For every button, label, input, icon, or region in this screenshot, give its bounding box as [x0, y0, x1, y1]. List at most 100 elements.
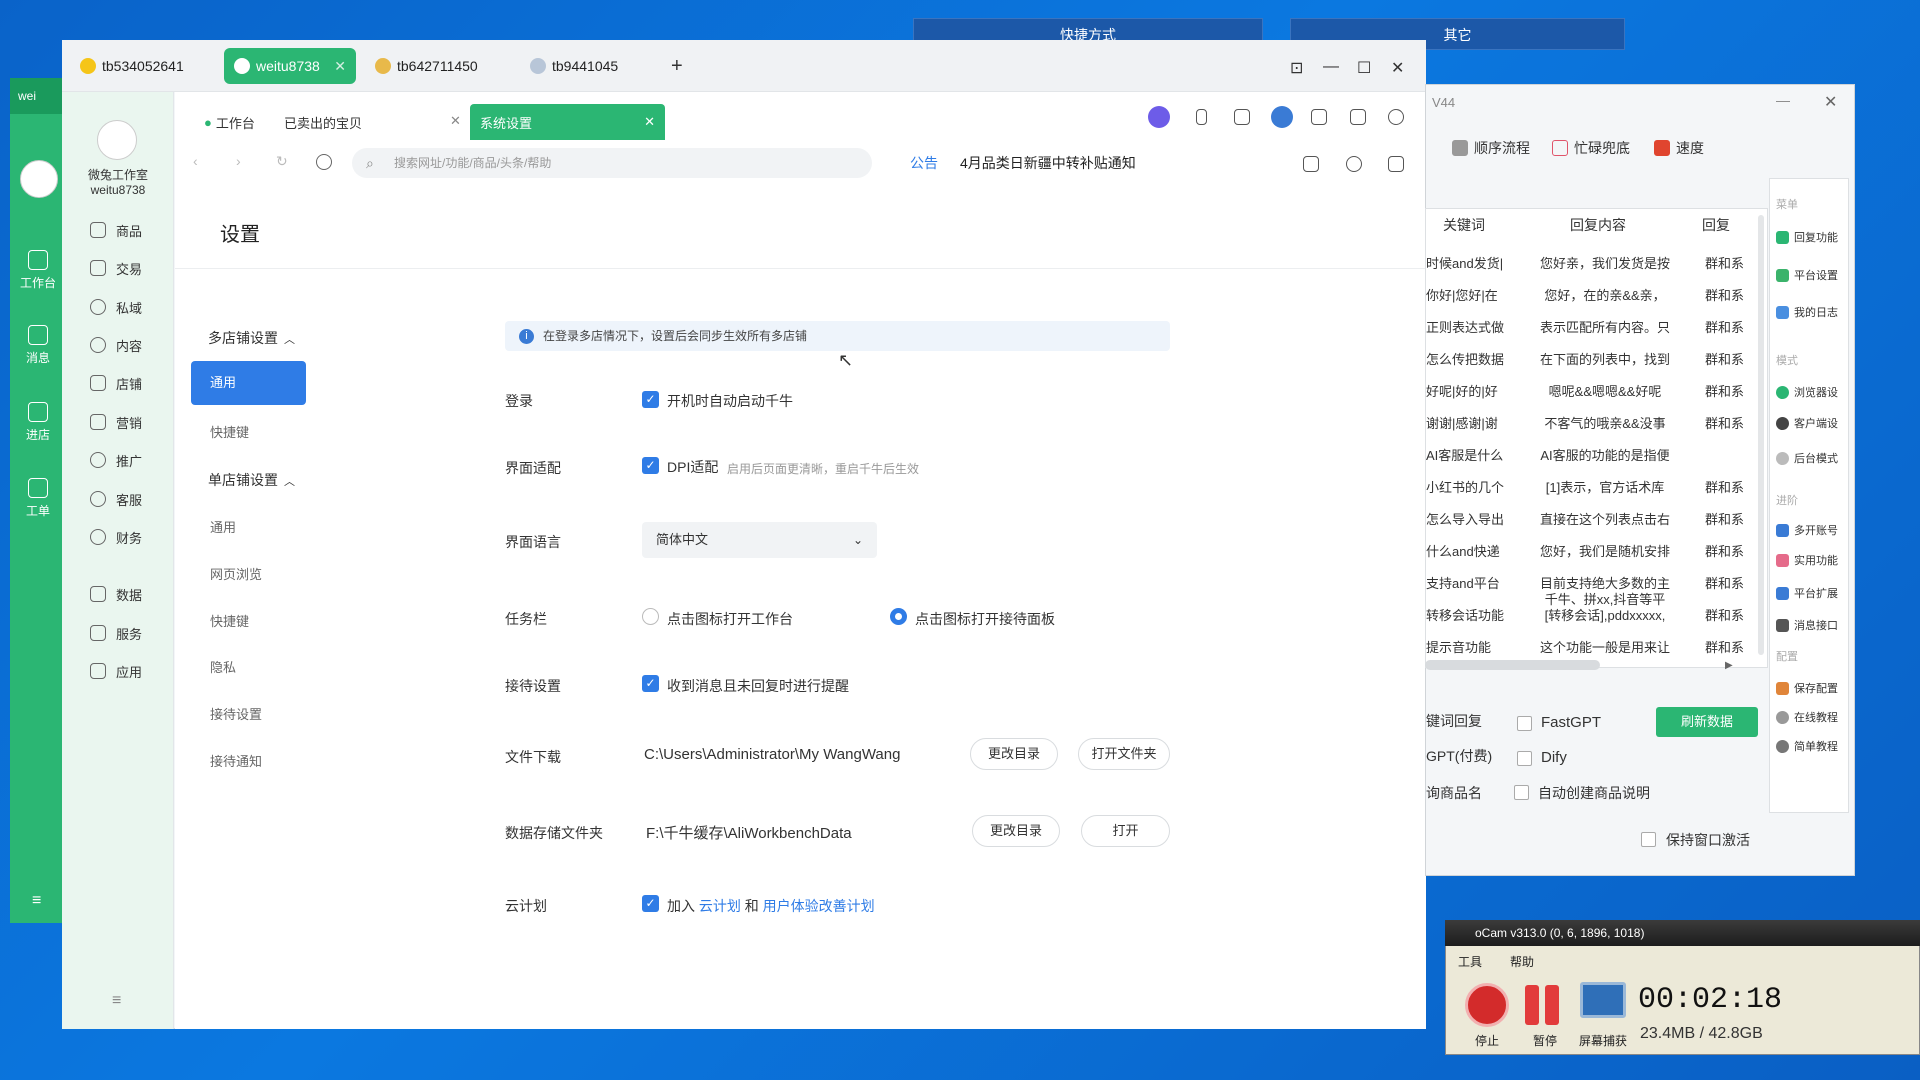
refresh-data-button[interactable]: 刷新数据 [1656, 707, 1758, 737]
nav-item-data[interactable]: 数据 [90, 582, 142, 606]
language-select[interactable]: 简体中文 ⌄ [642, 522, 877, 558]
sync-icon[interactable] [1346, 155, 1362, 173]
auto-desc-checkbox[interactable] [1514, 785, 1529, 800]
page-tab-sold[interactable]: 已卖出的宝贝 [284, 104, 362, 140]
table-cell[interactable]: 您好，我们是随机安排 [1530, 541, 1680, 560]
left-nav-message[interactable]: 消息 [10, 325, 66, 385]
table-cell[interactable]: [转移会话],pddxxxxx, [1530, 605, 1680, 624]
close-button[interactable]: ✕ [1824, 92, 1837, 112]
pause-bar-icon[interactable] [1545, 985, 1559, 1025]
mascot-icon[interactable] [1148, 106, 1170, 128]
dify-checkbox[interactable] [1517, 751, 1532, 766]
nav-item-content[interactable]: 内容 [90, 333, 142, 357]
settings-gear-icon[interactable] [1388, 108, 1404, 126]
auto-start-checkbox[interactable]: ✓ [642, 391, 659, 408]
table-cell[interactable]: 时候and发货| [1426, 253, 1506, 272]
left-nav-shop[interactable]: 进店 [10, 402, 66, 462]
table-cell[interactable]: 怎么传把数据 [1426, 349, 1506, 368]
nav-item-private[interactable]: 私域 [90, 295, 142, 319]
table-cell[interactable]: 转移会话功能 [1426, 605, 1506, 624]
open-folder-button[interactable]: 打开文件夹 [1078, 738, 1170, 770]
table-cell[interactable]: 你好|您好|在 [1426, 285, 1506, 304]
cloud-checkbox[interactable]: ✓ [642, 895, 659, 912]
table-cell[interactable]: 群和系 [1705, 317, 1743, 336]
table-cell[interactable]: 不客气的哦亲&&没事 [1530, 413, 1680, 432]
side-multi-account[interactable]: 多开账号 [1776, 522, 1838, 538]
open-storage-button[interactable]: 打开 [1081, 815, 1170, 847]
dpi-checkbox[interactable]: ✓ [642, 457, 659, 474]
table-cell[interactable]: 支持and平台 [1426, 573, 1506, 592]
table-cell[interactable]: 表示匹配所有内容。只 [1530, 317, 1680, 336]
box-icon[interactable] [1350, 108, 1366, 126]
single-reception-item[interactable]: 接待设置 [210, 704, 262, 723]
sequence-flow-tool[interactable]: 顺序流程 [1452, 138, 1530, 158]
ocam-menu-help[interactable]: 帮助 [1510, 953, 1534, 970]
multi-general-item[interactable]: 通用 [191, 361, 306, 405]
change-storage-dir-button[interactable]: 更改目录 [972, 815, 1060, 847]
table-cell[interactable]: AI客服是什么 [1426, 445, 1506, 464]
scroll-right-icon[interactable]: ▶ [1725, 660, 1733, 671]
taskbar-workbench-radio[interactable] [642, 608, 659, 625]
nav-item-finance[interactable]: 财务 [90, 525, 142, 549]
table-cell[interactable]: 群和系 [1705, 285, 1743, 304]
cloud-plan-link[interactable]: 云计划 [699, 898, 741, 914]
search-input[interactable]: 搜索网址/功能/商品/头条/帮助 [352, 148, 872, 178]
table-cell[interactable]: AI客服的功能的是指便 [1530, 445, 1680, 464]
close-icon[interactable]: ✕ [450, 113, 461, 129]
reception-checkbox[interactable]: ✓ [642, 675, 659, 692]
table-cell[interactable]: 群和系 [1705, 637, 1743, 656]
table-cell[interactable]: 群和系 [1705, 381, 1743, 400]
table-cell[interactable]: 小红书的几个 [1426, 477, 1506, 496]
single-browse-item[interactable]: 网页浏览 [210, 564, 262, 583]
left-window-avatar[interactable] [20, 160, 58, 198]
side-utilities[interactable]: 实用功能 [1776, 552, 1838, 568]
nav-item-service[interactable]: 客服 [90, 487, 142, 511]
ux-plan-link[interactable]: 用户体验改善计划 [763, 898, 875, 914]
screen-capture-icon[interactable] [1580, 982, 1626, 1018]
back-icon[interactable]: ‹ [193, 153, 198, 169]
table-cell[interactable]: 怎么导入导出 [1426, 509, 1506, 528]
browser-tab-2[interactable]: weitu8738 ✕ [224, 48, 356, 84]
chat-icon[interactable] [1388, 155, 1404, 173]
maximize-button[interactable]: ☐ [1357, 58, 1371, 78]
table-scrollbar[interactable] [1425, 660, 1600, 670]
table-cell[interactable]: 群和系 [1705, 413, 1743, 432]
single-notify-item[interactable]: 接待通知 [210, 751, 262, 770]
minimize-button[interactable]: — [1323, 58, 1339, 76]
side-my-log[interactable]: 我的日志 [1776, 304, 1838, 320]
new-tab-button[interactable]: + [671, 55, 683, 78]
table-cell[interactable]: 群和系 [1705, 541, 1743, 560]
browser-tab-1[interactable]: tb534052641 [70, 48, 215, 84]
side-background-mode[interactable]: 后台模式 [1776, 450, 1838, 466]
left-nav-workbench[interactable]: 工作台 [10, 250, 66, 310]
side-platform-extension[interactable]: 平台扩展 [1776, 585, 1838, 601]
single-shop-section[interactable]: 单店铺设置 ︿ [208, 470, 295, 490]
table-cell[interactable]: 提示音功能 [1426, 637, 1506, 656]
table-cell[interactable]: 直接在这个列表点击右 [1530, 509, 1680, 528]
nav-item-store[interactable]: 店铺 [90, 371, 142, 395]
browser-tab-3[interactable]: tb642711450 [365, 48, 510, 84]
account-icon[interactable] [1271, 106, 1293, 128]
side-message-api[interactable]: 消息接口 [1776, 617, 1838, 633]
nav-item-services[interactable]: 服务 [90, 621, 142, 645]
pause-bar-icon[interactable] [1525, 985, 1539, 1025]
speed-tool[interactable]: 速度 [1654, 138, 1704, 158]
table-cell[interactable]: 这个功能一般是用来让 [1530, 637, 1680, 656]
change-download-dir-button[interactable]: 更改目录 [970, 738, 1058, 770]
side-reply-function[interactable]: 回复功能 [1776, 229, 1838, 245]
table-cell[interactable]: 群和系 [1705, 509, 1743, 528]
table-cell[interactable]: 群和系 [1705, 349, 1743, 368]
table-cell[interactable]: 群和系 [1705, 477, 1743, 496]
file-icon[interactable] [1303, 155, 1319, 173]
busy-fallback-tool[interactable]: 忙碌兜底 [1552, 138, 1630, 158]
side-online-tutorial[interactable]: 在线教程 [1776, 709, 1838, 725]
notice-text[interactable]: 4月品类日新疆中转补贴通知 [960, 148, 1136, 178]
page-tab-workbench[interactable]: ● 工作台 [204, 104, 255, 140]
ocam-menu-tools[interactable]: 工具 [1458, 953, 1482, 970]
forward-icon[interactable]: › [236, 153, 241, 169]
shop-avatar[interactable] [97, 120, 137, 160]
close-window-button[interactable]: ✕ [1391, 58, 1404, 78]
side-browser-settings[interactable]: 浏览器设 [1776, 384, 1838, 400]
layout-icon[interactable] [1234, 108, 1250, 126]
page-tab-settings[interactable]: 系统设置 ✕ [470, 104, 665, 140]
